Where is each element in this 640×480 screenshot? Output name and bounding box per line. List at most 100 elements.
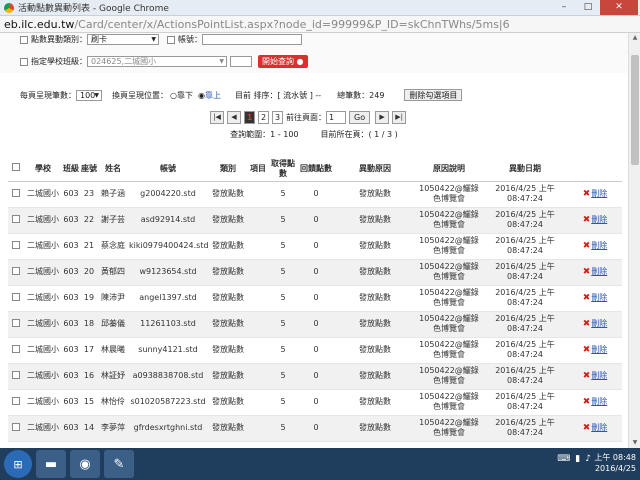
chrome-taskbar-icon[interactable]: ◉: [70, 450, 100, 478]
row-checkbox[interactable]: [12, 344, 20, 353]
clock[interactable]: 上午 08:48 2016/4/25: [594, 452, 636, 474]
col-class[interactable]: 班級: [62, 157, 80, 182]
school-filter-checkbox[interactable]: [20, 57, 28, 66]
account-filter-checkbox[interactable]: [167, 35, 175, 44]
table-row: 二城國小 603 18 邱蓁儀 11261103.std 發放點數 5 0 發放點數 105042…: [8, 311, 622, 338]
delete-link[interactable]: ✖刪除: [568, 207, 622, 234]
folder-icon[interactable]: ▬: [36, 450, 66, 478]
cell-reason: 發放點數: [334, 337, 416, 364]
keyboard-icon[interactable]: ⌨: [557, 454, 570, 464]
cell-cls: 603: [62, 311, 80, 338]
delete-link[interactable]: ✖刪除: [568, 259, 622, 286]
minimize-button[interactable]: –: [552, 0, 576, 15]
cell-account: 11261103.std: [128, 311, 208, 338]
cell-back: 0: [298, 181, 334, 208]
delete-link[interactable]: ✖刪除: [568, 415, 622, 442]
prev-page-button[interactable]: ◀: [227, 111, 241, 124]
search-button[interactable]: 開始查詢 ●: [258, 55, 308, 68]
col-school[interactable]: 學校: [24, 157, 62, 182]
delete-link[interactable]: ✖刪除: [568, 337, 622, 364]
col-type[interactable]: 類別: [208, 157, 248, 182]
col-reason[interactable]: 異動原因: [334, 157, 416, 182]
goto-label: 前往頁面：: [286, 113, 326, 122]
scroll-down-icon[interactable]: ▼: [629, 438, 640, 448]
app-taskbar-icon[interactable]: ✎: [104, 450, 134, 478]
page-1-button[interactable]: 1: [244, 111, 255, 124]
row-checkbox[interactable]: [12, 318, 20, 327]
delete-icon: ✖: [582, 215, 591, 225]
col-item[interactable]: 項目: [248, 157, 268, 182]
first-page-button[interactable]: |◀: [210, 111, 224, 124]
network-icon[interactable]: ▮: [575, 454, 580, 464]
row-checkbox[interactable]: [12, 188, 20, 197]
cell-seat: 16: [80, 363, 98, 390]
type-filter-checkbox[interactable]: [20, 35, 28, 44]
col-get-points[interactable]: 取得點數: [268, 157, 298, 182]
cell-cls: 603: [62, 285, 80, 312]
account-input[interactable]: [202, 34, 302, 45]
cell-item: [248, 363, 268, 390]
cell-type: 發放點數: [208, 311, 248, 338]
row-checkbox[interactable]: [12, 240, 20, 249]
cell-type: 發放點數: [208, 415, 248, 442]
vertical-scrollbar[interactable]: ▲ ▼: [628, 33, 640, 448]
select-all-checkbox[interactable]: [12, 163, 20, 172]
delete-link[interactable]: ✖刪除: [568, 233, 622, 260]
cell-seat: 23: [80, 181, 98, 208]
delete-link[interactable]: ✖刪除: [568, 389, 622, 416]
cell-date: 2016/4/25 上午 08:47:24: [482, 389, 568, 416]
table-row: 二城國小 603 17 林晨曦 sunny4121.std 發放點數 5 0 發放點數 10504…: [8, 337, 622, 364]
col-description[interactable]: 原因說明: [416, 157, 482, 182]
windows-start-icon[interactable]: ⊞: [4, 450, 32, 478]
cell-school: 二城國小: [24, 259, 62, 286]
school-select[interactable]: 024625,二城國小 ▼: [87, 56, 227, 67]
cell-get: 5: [268, 259, 298, 286]
page-3-button[interactable]: 3: [272, 111, 283, 124]
last-page-button[interactable]: ▶|: [392, 111, 407, 124]
scroll-up-icon[interactable]: ▲: [629, 33, 640, 43]
delete-link[interactable]: ✖刪除: [568, 285, 622, 312]
next-page-button[interactable]: ▶: [375, 111, 390, 124]
cell-date: 2016/4/25 上午 08:47:24: [482, 233, 568, 260]
row-checkbox[interactable]: [12, 266, 20, 275]
window-title: 活動點數異動列表 - Google Chrome: [18, 4, 169, 14]
cell-item: [248, 181, 268, 208]
chevron-down-icon: ▼: [151, 36, 156, 43]
delete-link[interactable]: ✖刪除: [568, 363, 622, 390]
class-input[interactable]: [230, 56, 252, 67]
go-button[interactable]: Go: [349, 111, 371, 124]
delete-link[interactable]: ✖刪除: [568, 181, 622, 208]
position-bottom-radio[interactable]: ○: [170, 91, 177, 100]
address-bar[interactable]: eb.ilc.edu.tw/Card/center/x/ActionsPoint…: [0, 16, 640, 33]
row-checkbox[interactable]: [12, 370, 20, 379]
col-back-points[interactable]: 回饋點數: [298, 157, 334, 182]
col-account[interactable]: 帳號: [128, 157, 208, 182]
col-name[interactable]: 姓名: [98, 157, 128, 182]
volume-icon[interactable]: ♪: [585, 454, 591, 464]
row-checkbox[interactable]: [12, 214, 20, 223]
table-row: 二城國小 603 23 賴子涵 g2004220.std 發放點數 5 0 發放點數 105042…: [8, 181, 622, 208]
cell-account: kiki0979400424.std: [128, 233, 208, 260]
maximize-button[interactable]: □: [576, 0, 600, 15]
delete-icon: ✖: [582, 267, 591, 277]
delete-selected-button[interactable]: 刪除勾選項目: [404, 89, 463, 101]
type-select[interactable]: 刷卡 ▼: [87, 34, 159, 45]
cell-get: 5: [268, 285, 298, 312]
cell-seat: 21: [80, 233, 98, 260]
cell-school: 二城國小: [24, 285, 62, 312]
row-checkbox[interactable]: [12, 292, 20, 301]
col-date[interactable]: 異動日期: [482, 157, 568, 182]
position-top-radio[interactable]: ◉: [198, 91, 205, 100]
row-checkbox[interactable]: [12, 422, 20, 431]
delete-link[interactable]: ✖刪除: [568, 311, 622, 338]
close-button[interactable]: ✕: [600, 0, 638, 15]
col-seat[interactable]: 座號: [80, 157, 98, 182]
scrollbar-thumb[interactable]: [631, 55, 639, 165]
row-checkbox[interactable]: [12, 396, 20, 405]
cell-reason: 發放點數: [334, 311, 416, 338]
per-page-select[interactable]: 100 ▼: [76, 89, 102, 101]
cell-desc: 1050422@鱺錄色博覽會: [416, 363, 482, 390]
goto-input[interactable]: 1: [326, 111, 346, 124]
cell-date: 2016/4/25 上午 08:47:24: [482, 415, 568, 442]
page-2-button[interactable]: 2: [258, 111, 269, 124]
